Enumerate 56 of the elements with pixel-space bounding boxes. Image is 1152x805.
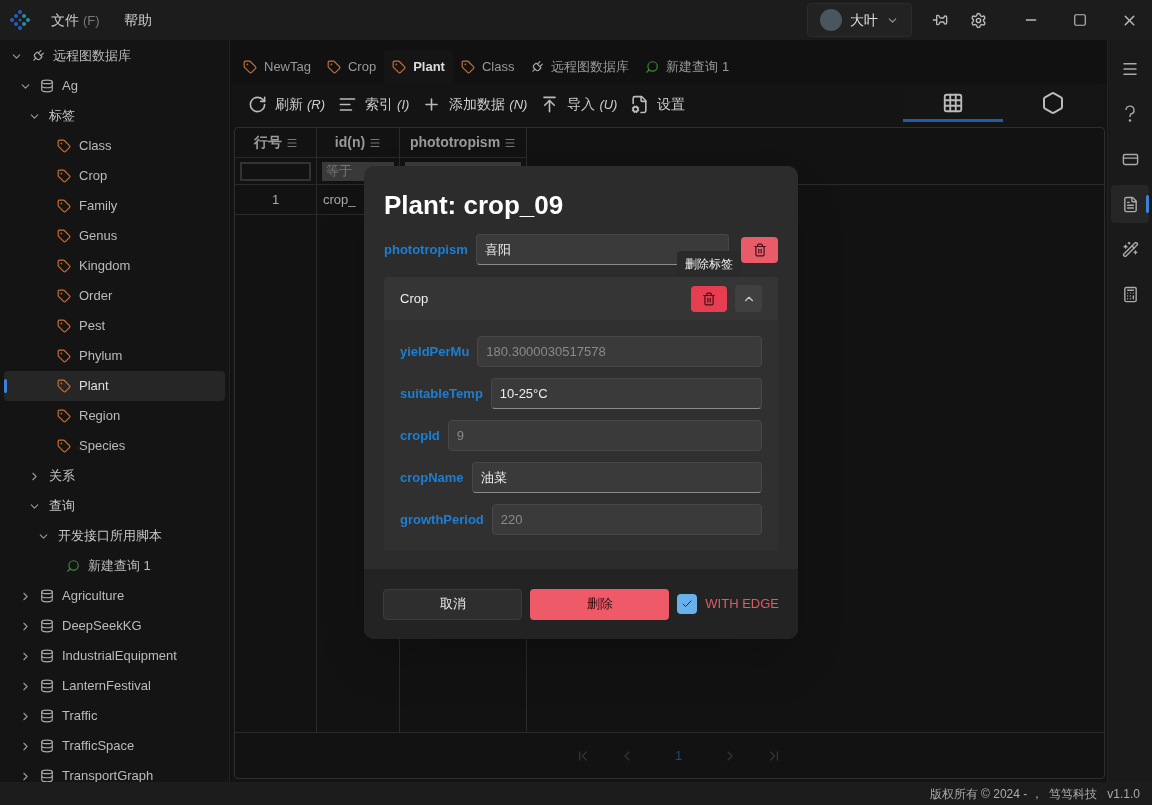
- cancel-button[interactable]: 取消: [383, 588, 523, 620]
- tab[interactable]: 新建查询 1: [637, 50, 738, 84]
- tree-item[interactable]: 开发接口所用脚本: [4, 521, 225, 551]
- user-menu[interactable]: 大叶: [807, 3, 912, 37]
- column-header[interactable]: 行号: [235, 128, 316, 158]
- toolbar-button[interactable]: 添加数据 (N): [422, 93, 528, 115]
- copyright-text: 版权所有 © 2024 - ， 笃笃科技: [929, 785, 1098, 803]
- column-header[interactable]: id(n): [317, 128, 399, 158]
- tree-item[interactable]: Traffic: [4, 701, 225, 731]
- section-title: Crop: [400, 289, 430, 308]
- tree-item[interactable]: Pest: [4, 311, 225, 341]
- tree-item[interactable]: Order: [4, 281, 225, 311]
- tab[interactable]: Plant: [384, 50, 453, 84]
- toolbar-button[interactable]: 导入 (U): [540, 93, 618, 115]
- tree-item[interactable]: Phylum: [4, 341, 225, 371]
- checkbox-label: WITH EDGE: [705, 595, 779, 614]
- tree-item[interactable]: IndustrialEquipment: [4, 641, 225, 671]
- field-label: yieldPerMu: [400, 342, 470, 361]
- tree-item[interactable]: Ag: [4, 71, 225, 101]
- tab[interactable]: NewTag: [235, 50, 319, 84]
- menu-item[interactable]: 帮助: [123, 9, 152, 31]
- tree-item[interactable]: Agriculture: [4, 581, 225, 611]
- toolbar-button[interactable]: 设置: [630, 93, 686, 115]
- tree-item[interactable]: Species: [4, 431, 225, 461]
- input-field[interactable]: 10-25°C: [490, 378, 762, 409]
- tree-item[interactable]: 关系: [4, 461, 225, 491]
- tree-item[interactable]: 标签: [4, 101, 225, 131]
- field-label: suitableTemp: [400, 384, 483, 403]
- tree-item[interactable]: Kingdom: [4, 251, 225, 281]
- tree-item[interactable]: Family: [4, 191, 225, 221]
- toolbar-button[interactable]: 刷新 (R): [248, 93, 326, 115]
- toolbar-button[interactable]: 索引 (I): [338, 93, 410, 115]
- tree-item[interactable]: Region: [4, 401, 225, 431]
- field-label: phototropism: [384, 240, 468, 259]
- input-field[interactable]: 油菜: [471, 462, 762, 493]
- tree-item[interactable]: 远程图数据库: [4, 41, 225, 71]
- field-label: growthPeriod: [400, 510, 484, 529]
- field-label: cropName: [400, 468, 464, 487]
- tree-item[interactable]: Class: [4, 131, 225, 161]
- tab[interactable]: Crop: [318, 50, 385, 84]
- tab[interactable]: Class: [452, 50, 523, 84]
- table-cell: 1: [235, 185, 316, 215]
- tab[interactable]: 远程图数据库: [522, 50, 638, 84]
- menu-item[interactable]: 文件 (F): [51, 9, 100, 31]
- tree-item[interactable]: 新建查询 1: [4, 551, 225, 581]
- tree-item[interactable]: LanternFestival: [4, 671, 225, 701]
- tree-item[interactable]: Crop: [4, 161, 225, 191]
- tree-item[interactable]: TrafficSpace: [4, 731, 225, 761]
- delete-button[interactable]: 删除: [530, 588, 670, 620]
- column-header[interactable]: phototropism: [400, 128, 526, 158]
- tree-item[interactable]: 查询: [4, 491, 225, 521]
- tree-item[interactable]: Plant: [4, 371, 225, 401]
- field-label: cropId: [400, 426, 440, 445]
- tree-item[interactable]: Genus: [4, 221, 225, 251]
- tree-item[interactable]: DeepSeekKG: [4, 611, 225, 641]
- version-text: v1.1.0: [1107, 785, 1140, 803]
